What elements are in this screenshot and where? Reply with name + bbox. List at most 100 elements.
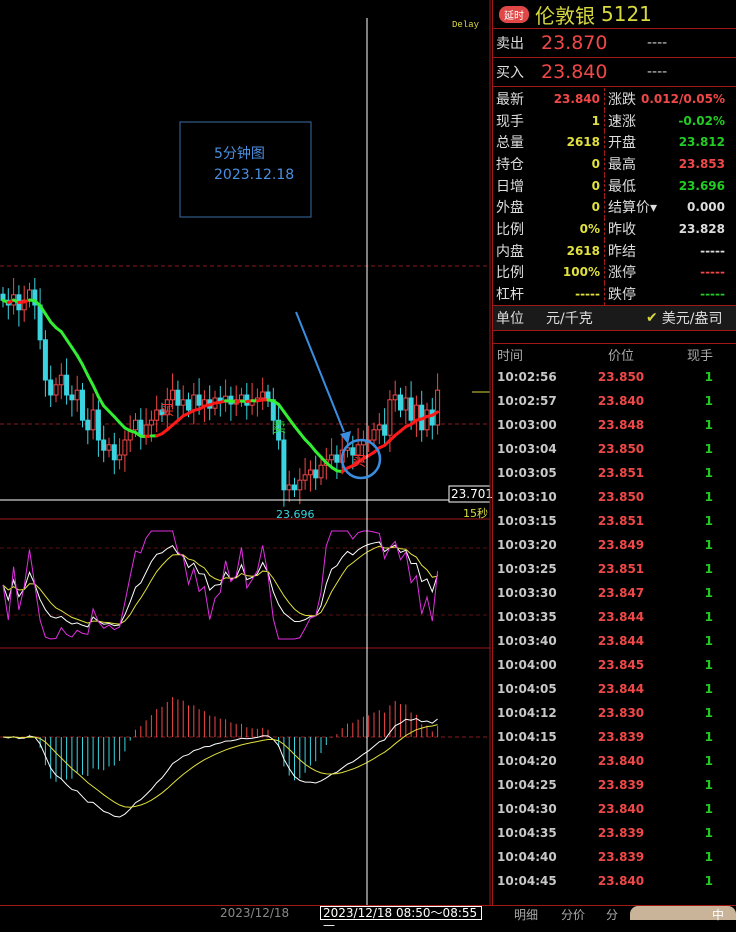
tick-list[interactable]: 10:02:5623.850110:02:5723.840110:03:0023…	[493, 365, 736, 893]
tick-time: 10:03:30	[493, 586, 581, 600]
ask-price: 23.870	[541, 32, 647, 54]
tick-row[interactable]: 10:03:1023.8501	[493, 485, 736, 509]
tab-price-distribution[interactable]: 分价	[561, 906, 585, 923]
tick-price: 23.851	[581, 514, 661, 528]
tick-row[interactable]: 10:03:3023.8471	[493, 581, 736, 605]
unit-toggle[interactable]: 美元/盎司	[662, 308, 723, 328]
kline-chart[interactable]: 5分钟图 2023.12.18 Delay 买 卖 买 23.701 23.69…	[0, 0, 492, 905]
tick-price: 23.850	[581, 490, 661, 504]
tick-time: 10:03:10	[493, 490, 581, 504]
tick-row[interactable]: 10:03:0523.8511	[493, 461, 736, 485]
ask-row: 卖出23.870----	[493, 28, 736, 57]
tick-volume: 1	[661, 754, 729, 768]
tick-time: 10:04:40	[493, 850, 581, 864]
tick-price: 23.850	[581, 370, 661, 384]
stat-label: 涨停	[608, 262, 636, 282]
stat-cell: 结算价▾0.000	[605, 196, 729, 218]
crosshair-time-range: 2023/12/18 08:50～08:55 —	[320, 906, 482, 920]
candle-body	[139, 420, 143, 435]
candle-body	[430, 410, 434, 425]
tick-row[interactable]: 10:03:0023.8481	[493, 413, 736, 437]
delay-badge: 延时	[499, 6, 529, 23]
candle-body	[409, 398, 413, 420]
tick-volume: 1	[661, 658, 729, 672]
tick-volume: 1	[661, 706, 729, 720]
tick-row[interactable]: 10:04:2523.8391	[493, 773, 736, 797]
candle-body	[372, 430, 376, 440]
tick-row[interactable]: 10:03:2023.8491	[493, 533, 736, 557]
tick-row[interactable]: 10:04:0023.8451	[493, 653, 736, 677]
axis-date: 2023/12/18	[220, 906, 289, 920]
stat-cell: 开盘23.812	[605, 131, 729, 153]
stat-label: 最新	[496, 89, 524, 109]
tick-row[interactable]: 10:04:4523.8401	[493, 869, 736, 893]
candle-body	[181, 400, 185, 405]
tick-volume: 1	[661, 778, 729, 792]
stat-value: 23.853	[679, 157, 725, 171]
tick-row[interactable]: 10:04:3023.8401	[493, 797, 736, 821]
info-period: 5分钟图	[214, 145, 265, 162]
candle-body	[75, 390, 79, 400]
ime-indicator[interactable]: 中	[712, 906, 724, 923]
tick-volume: 1	[661, 610, 729, 624]
stat-label: 日增	[496, 176, 524, 196]
stat-label: 涨跌	[608, 89, 636, 109]
unit-label: 单位	[496, 308, 546, 328]
tick-row[interactable]: 10:03:0423.8501	[493, 437, 736, 461]
interval-label[interactable]: 15秒	[463, 506, 488, 520]
tick-row[interactable]: 10:04:1523.8391	[493, 725, 736, 749]
tick-volume: 1	[661, 490, 729, 504]
candle-body	[155, 410, 159, 420]
candle-body	[54, 385, 58, 395]
stat-value: 23.696	[679, 179, 725, 193]
stat-cell: 内盘2618	[493, 240, 605, 262]
tick-time: 10:03:25	[493, 562, 581, 576]
stat-label: 现手	[496, 111, 524, 131]
candle-body	[330, 455, 334, 460]
tick-row[interactable]: 10:04:3523.8391	[493, 821, 736, 845]
candle-body	[393, 395, 397, 400]
bid-price: 23.840	[541, 61, 647, 83]
candle-body	[102, 440, 106, 450]
tick-row[interactable]: 10:04:1223.8301	[493, 701, 736, 725]
stat-value: 0	[592, 179, 600, 193]
candle-body	[308, 470, 312, 475]
tick-time: 10:03:35	[493, 610, 581, 624]
tick-row[interactable]: 10:03:2523.8511	[493, 557, 736, 581]
tick-volume: 1	[661, 538, 729, 552]
tick-time: 10:04:45	[493, 874, 581, 888]
tab-more[interactable]: 分	[606, 906, 618, 923]
stat-value: 2618	[567, 135, 600, 149]
stat-label: 结算价▾	[608, 197, 657, 217]
tick-row[interactable]: 10:04:0523.8441	[493, 677, 736, 701]
stat-label: 比例	[496, 262, 524, 282]
stat-cell: 速涨-0.02%	[605, 110, 729, 132]
tick-time: 10:03:40	[493, 634, 581, 648]
tick-price: 23.847	[581, 586, 661, 600]
check-icon: ✔	[646, 310, 658, 326]
quote-panel: 延时 伦敦银 5121 卖出23.870---- 买入23.840---- 最新…	[492, 0, 736, 905]
tick-row[interactable]: 10:03:1523.8511	[493, 509, 736, 533]
stat-label: 速涨	[608, 111, 636, 131]
tick-row[interactable]: 10:04:2023.8401	[493, 749, 736, 773]
tick-time: 10:03:04	[493, 442, 581, 456]
bid-label: 买入	[493, 62, 541, 82]
tick-volume: 1	[661, 802, 729, 816]
info-date: 2023.12.18	[214, 167, 294, 183]
ask-label: 卖出	[493, 33, 541, 53]
stat-label: 最低	[608, 176, 636, 196]
tick-row[interactable]: 10:03:4023.8441	[493, 629, 736, 653]
tick-price: 23.844	[581, 610, 661, 624]
tick-row[interactable]: 10:02:5723.8401	[493, 389, 736, 413]
candle-body	[282, 440, 286, 490]
tick-volume: 1	[661, 874, 729, 888]
candle-body	[399, 395, 403, 410]
candle-body	[112, 445, 116, 460]
tick-row[interactable]: 10:02:5623.8501	[493, 365, 736, 389]
candle-body	[59, 375, 63, 385]
candle-body	[192, 395, 196, 410]
tab-detail[interactable]: 明细	[514, 906, 538, 923]
stat-cell: 最高23.853	[605, 153, 729, 175]
tick-row[interactable]: 10:04:4023.8391	[493, 845, 736, 869]
tick-row[interactable]: 10:03:3523.8441	[493, 605, 736, 629]
